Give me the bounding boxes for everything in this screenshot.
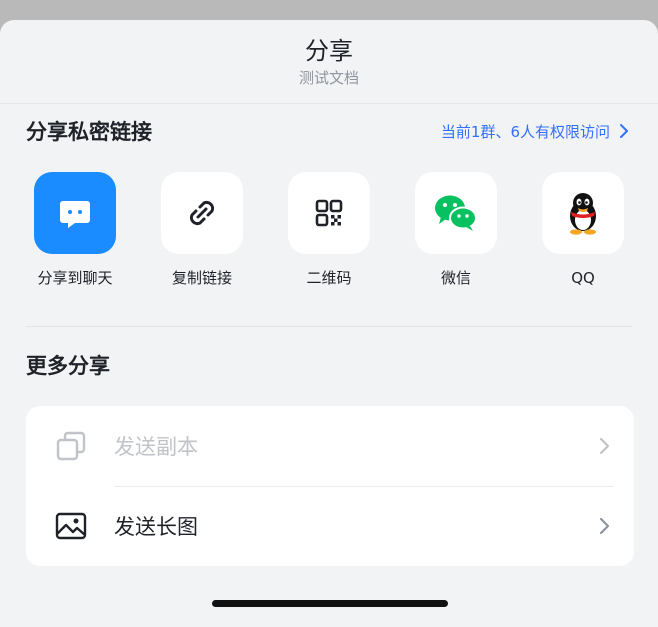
wechat-share-button[interactable]: 微信 xyxy=(401,172,511,288)
send-long-image-row[interactable]: 发送长图 xyxy=(26,486,634,566)
copy-icon xyxy=(54,429,88,463)
chat-bubble-icon xyxy=(60,201,90,228)
copy-link-tile xyxy=(161,172,243,254)
home-indicator[interactable] xyxy=(212,600,448,607)
section-divider xyxy=(26,326,632,327)
wechat-label: 微信 xyxy=(440,269,471,287)
copy-link-label: 复制链接 xyxy=(171,269,232,287)
document-name: 测试文档 xyxy=(298,69,359,87)
qq-share-button[interactable]: QQ xyxy=(528,172,638,288)
link-icon xyxy=(189,200,215,226)
qr-code-label: 二维码 xyxy=(306,269,352,287)
chevron-right-icon xyxy=(620,124,628,138)
chevron-right-icon xyxy=(599,437,610,455)
image-icon xyxy=(54,509,88,543)
share-options-row: 分享到聊天 复制链接 二维码 微信 QQ xyxy=(20,172,638,288)
share-to-chat-tile xyxy=(34,172,116,254)
more-share-title: 更多分享 xyxy=(26,354,110,378)
qq-label: QQ xyxy=(571,269,595,287)
send-long-image-label: 发送长图 xyxy=(114,515,198,539)
copy-link-button[interactable]: 复制链接 xyxy=(147,172,257,288)
private-link-title: 分享私密链接 xyxy=(26,120,152,144)
private-link-section-header: 分享私密链接 当前1群、6人有权限访问 xyxy=(26,116,632,146)
chevron-right-icon xyxy=(599,517,610,535)
wechat-icon xyxy=(435,195,477,231)
send-copy-label: 发送副本 xyxy=(114,435,198,459)
access-permission-link[interactable]: 当前1群、6人有权限访问 xyxy=(441,121,632,142)
send-copy-row[interactable]: 发送副本 xyxy=(26,406,634,486)
sheet-title: 分享 xyxy=(305,37,353,65)
qr-code-tile xyxy=(288,172,370,254)
qr-code-button[interactable]: 二维码 xyxy=(274,172,384,288)
qq-tile xyxy=(542,172,624,254)
access-permission-text: 当前1群、6人有权限访问 xyxy=(440,122,610,141)
share-to-chat-button[interactable]: 分享到聊天 xyxy=(20,172,130,288)
more-share-card: 发送副本 发送长图 xyxy=(26,406,634,566)
share-to-chat-label: 分享到聊天 xyxy=(37,269,113,287)
wechat-tile xyxy=(415,172,497,254)
qr-code-icon xyxy=(315,199,343,227)
sheet-header: 分享 测试文档 xyxy=(0,20,658,104)
qq-penguin-icon xyxy=(570,193,596,235)
